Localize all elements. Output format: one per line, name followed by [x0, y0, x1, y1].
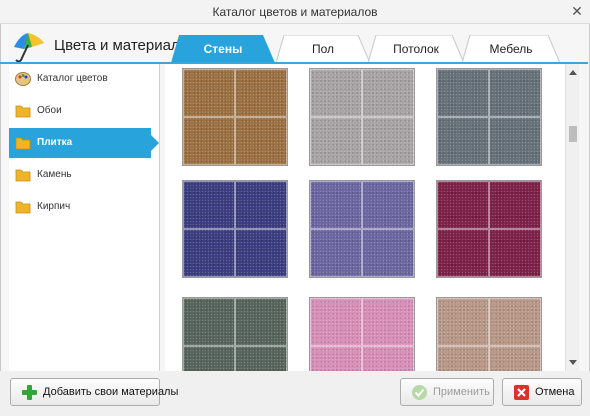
- tab-floor[interactable]: Пол: [276, 35, 370, 63]
- material-swatch[interactable]: [309, 297, 415, 371]
- sidebar-item-stone[interactable]: Камень: [9, 160, 160, 190]
- material-grid: [165, 64, 565, 371]
- material-swatch[interactable]: [182, 297, 288, 371]
- app-title: Цвета и материалы: [54, 37, 191, 54]
- material-swatch[interactable]: [436, 68, 542, 166]
- cancel-label: Отмена: [535, 386, 575, 398]
- sidebar-item-label: Плитка: [37, 137, 73, 148]
- sidebar-item-tile[interactable]: Плитка: [9, 128, 159, 158]
- sidebar-item-label: Кирпич: [37, 201, 71, 212]
- vertical-scrollbar[interactable]: [565, 64, 579, 371]
- title-bar: Каталог цветов и материалов ✕: [0, 0, 590, 24]
- window-title: Каталог цветов и материалов: [212, 5, 378, 19]
- close-window-icon[interactable]: ✕: [570, 4, 584, 18]
- sidebar-item-color-catalog[interactable]: Каталог цветов: [9, 64, 160, 94]
- material-swatch[interactable]: [309, 68, 415, 166]
- tab-label: Потолок: [393, 42, 439, 56]
- sidebar-item-brick[interactable]: Кирпич: [9, 192, 160, 222]
- selection-arrow-icon: [151, 135, 159, 151]
- sidebar-item-label: Каталог цветов: [37, 73, 108, 84]
- sidebar-item-label: Камень: [37, 169, 72, 180]
- add-materials-label: Добавить свои материалы: [43, 386, 179, 398]
- tab-walls[interactable]: Стены: [171, 35, 275, 63]
- umbrella-logo-icon: [14, 33, 44, 63]
- material-swatch[interactable]: [436, 180, 542, 278]
- scroll-up-icon[interactable]: [569, 70, 577, 75]
- scroll-thumb[interactable]: [569, 126, 577, 142]
- cancel-button[interactable]: Отмена: [502, 378, 582, 406]
- category-sidebar: Каталог цветов Обои Плитка Камень Кирпич: [9, 64, 160, 371]
- plus-icon: [22, 385, 37, 400]
- material-swatch[interactable]: [436, 297, 542, 371]
- tab-ceiling[interactable]: Потолок: [368, 35, 464, 63]
- sidebar-item-wallpaper[interactable]: Обои: [9, 96, 160, 126]
- material-swatch[interactable]: [182, 180, 288, 278]
- tab-label: Стены: [203, 42, 243, 56]
- tab-furniture[interactable]: Мебель: [462, 35, 560, 63]
- scroll-down-icon[interactable]: [569, 360, 577, 365]
- folder-icon: [15, 169, 31, 182]
- palette-icon: [15, 72, 31, 86]
- tab-label: Пол: [311, 42, 335, 56]
- apply-button[interactable]: Применить: [400, 378, 494, 406]
- cancel-icon: [514, 385, 529, 400]
- folder-icon: [15, 105, 31, 118]
- footer-bar: Добавить свои материалы Применить Отмена: [0, 371, 590, 416]
- sidebar-item-label: Обои: [37, 105, 62, 116]
- material-swatch[interactable]: [309, 180, 415, 278]
- tab-label: Мебель: [489, 42, 533, 56]
- apply-label: Применить: [433, 386, 490, 398]
- folder-icon: [15, 137, 31, 150]
- add-materials-button[interactable]: Добавить свои материалы: [10, 378, 178, 406]
- checkmark-icon: [412, 385, 427, 400]
- material-swatch[interactable]: [182, 68, 288, 166]
- folder-icon: [15, 201, 31, 214]
